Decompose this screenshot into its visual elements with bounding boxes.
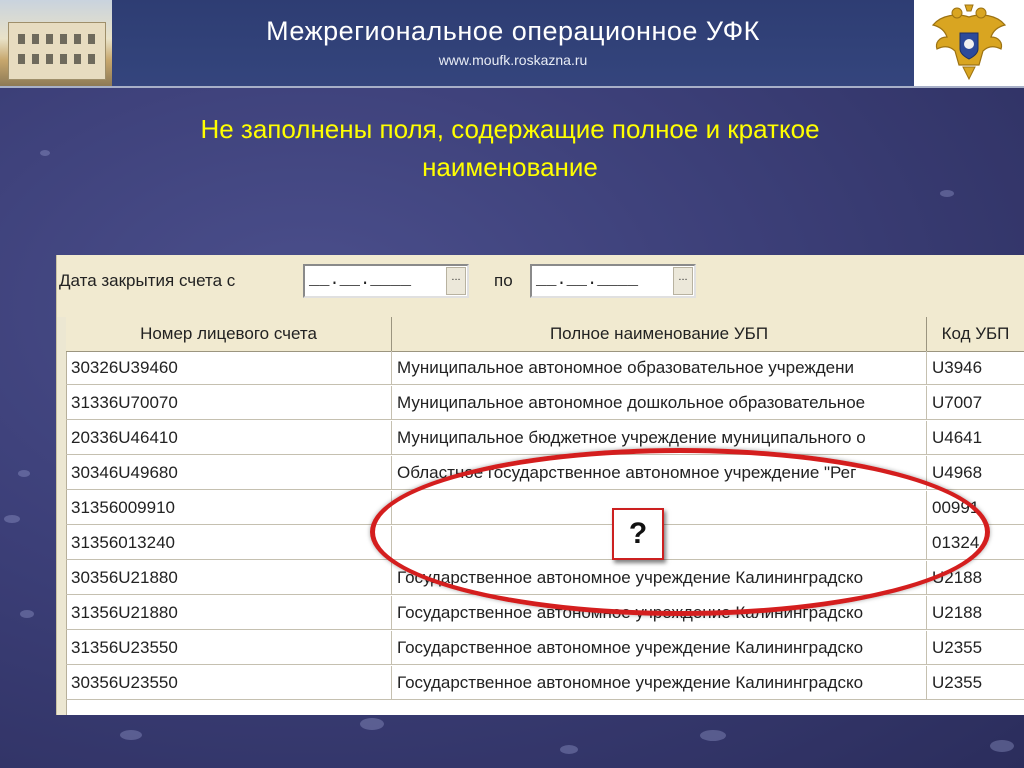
table-row[interactable]: 30326U39460 Муниципальное автономное обра… [66, 351, 1024, 385]
full-name-cell[interactable]: Государственное автономное учреждение Ка… [392, 666, 927, 700]
organization-url: www.moufk.roskazna.ru [438, 52, 588, 68]
table-row[interactable]: 31336U70070 Муниципальное автономное дошк… [66, 386, 1024, 420]
slide-heading-line: Не заполнены поля, содержащие полное и к… [200, 114, 820, 144]
background-dot [360, 718, 384, 730]
background-dot [4, 515, 20, 523]
background-dot [990, 740, 1014, 752]
date-from-value: __.__.____ [309, 271, 412, 290]
eagle-icon [931, 4, 1007, 81]
slide-heading: Не заполнены поля, содержащие полное и к… [60, 110, 960, 186]
double-headed-eagle-emblem [914, 0, 1024, 86]
table-row[interactable]: 30356U23550 Государственное автономное уч… [66, 666, 1024, 700]
code-cell[interactable]: U2188 [927, 596, 1024, 630]
slide-heading-line: наименование [422, 152, 598, 182]
date-to-value: __.__.____ [536, 271, 639, 290]
date-filter-bar: Дата закрытия счета с __.__.____ ... по … [57, 255, 1024, 317]
code-cell[interactable]: U4968 [927, 456, 1024, 490]
date-from-field[interactable]: __.__.____ ... [303, 264, 469, 298]
date-to-picker-button[interactable]: ... [673, 267, 693, 295]
account-cell[interactable]: 30356U21880 [66, 561, 392, 595]
code-cell[interactable]: U2355 [927, 631, 1024, 665]
code-cell[interactable]: U3946 [927, 351, 1024, 385]
full-name-cell[interactable]: Муниципальное автономное образовательное… [392, 351, 927, 385]
question-mark-callout: ? [612, 508, 664, 560]
building-photo [0, 0, 112, 86]
background-dot [560, 745, 578, 754]
account-cell[interactable]: 30326U39460 [66, 351, 392, 385]
table-row[interactable]: 31356U23550 Государственное автономное уч… [66, 631, 1024, 665]
header-banner: Межрегиональное операционное УФК www.mou… [0, 0, 1024, 88]
account-cell[interactable]: 30356U23550 [66, 666, 392, 700]
background-dot [700, 730, 726, 741]
full-name-cell[interactable]: Муниципальное автономное дошкольное обра… [392, 386, 927, 420]
full-name-cell[interactable]: Государственное автономное учреждение Ка… [392, 631, 927, 665]
date-to-label: по [494, 271, 513, 290]
column-header-account[interactable]: Номер лицевого счета [66, 317, 392, 351]
date-closed-label: Дата закрытия счета с [59, 271, 236, 290]
table-row-partial [66, 701, 1024, 715]
account-cell[interactable]: 31336U70070 [66, 386, 392, 420]
background-dot [20, 610, 34, 618]
background-dot [18, 470, 30, 477]
code-cell[interactable]: U2355 [927, 666, 1024, 700]
background-dot [940, 190, 954, 197]
account-cell[interactable]: 31356U23550 [66, 631, 392, 665]
date-from-picker-button[interactable]: ... [446, 267, 466, 295]
table-row[interactable]: 20336U46410 Муниципальное бюджетное учреж… [66, 421, 1024, 455]
column-header-code[interactable]: Код УБП [927, 317, 1024, 351]
organization-title: Межрегиональное операционное УФК [266, 16, 760, 46]
account-cell[interactable]: 31356U21880 [66, 596, 392, 630]
account-cell[interactable]: 31356009910 [66, 491, 392, 525]
table-header: Номер лицевого счета Полное наименование… [66, 317, 1024, 352]
banner-title-area: Межрегиональное операционное УФК www.mou… [112, 0, 914, 86]
code-cell[interactable]: U4641 [927, 421, 1024, 455]
highlight-ellipse [370, 448, 990, 616]
background-dot [120, 730, 142, 740]
account-cell[interactable]: 31356013240 [66, 526, 392, 560]
date-to-field[interactable]: __.__.____ ... [530, 264, 696, 298]
column-header-full-name[interactable]: Полное наименование УБП [392, 317, 927, 351]
account-cell[interactable]: 30346U49680 [66, 456, 392, 490]
background-dot [40, 150, 50, 156]
account-cell[interactable]: 20336U46410 [66, 421, 392, 455]
code-cell[interactable]: U7007 [927, 386, 1024, 420]
